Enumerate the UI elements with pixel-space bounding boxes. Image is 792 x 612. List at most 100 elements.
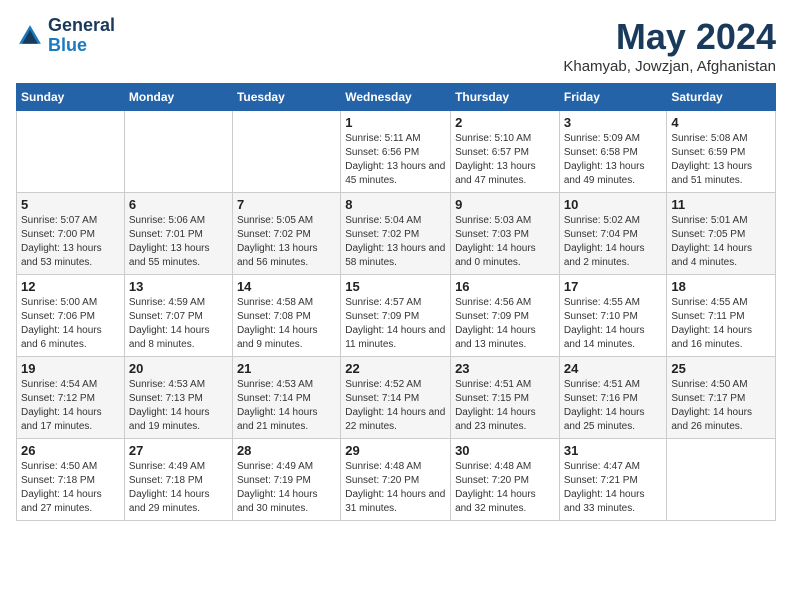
- day-number: 19: [21, 361, 120, 376]
- calendar-cell: 21 Sunrise: 4:53 AM Sunset: 7:14 PM Dayli…: [232, 357, 340, 439]
- weekday-header-tuesday: Tuesday: [232, 84, 340, 111]
- day-number: 27: [129, 443, 228, 458]
- day-number: 5: [21, 197, 120, 212]
- day-info: Sunrise: 4:52 AM Sunset: 7:14 PM Dayligh…: [345, 378, 446, 434]
- day-info: Sunrise: 5:03 AM Sunset: 7:03 PM Dayligh…: [455, 214, 555, 270]
- calendar-cell: 23 Sunrise: 4:51 AM Sunset: 7:15 PM Dayli…: [451, 357, 560, 439]
- day-number: 16: [455, 279, 555, 294]
- day-number: 24: [564, 361, 663, 376]
- weekday-header-row: SundayMondayTuesdayWednesdayThursdayFrid…: [17, 84, 776, 111]
- day-info: Sunrise: 4:55 AM Sunset: 7:10 PM Dayligh…: [564, 296, 663, 352]
- day-number: 13: [129, 279, 228, 294]
- calendar-cell: 13 Sunrise: 4:59 AM Sunset: 7:07 PM Dayli…: [124, 275, 232, 357]
- calendar-cell: 31Sunrise: 4:47 AM Sunset: 7:21 PM Dayli…: [559, 439, 667, 521]
- calendar-cell: 17Sunrise: 4:55 AM Sunset: 7:10 PM Dayli…: [559, 275, 667, 357]
- weekday-header-sunday: Sunday: [17, 84, 125, 111]
- title-block: May 2024 Khamyab, Jowzjan, Afghanistan: [563, 16, 776, 75]
- week-row-4: 26 Sunrise: 4:50 AM Sunset: 7:18 PM Dayli…: [17, 439, 776, 521]
- day-number: 7: [237, 197, 336, 212]
- calendar-cell: 8Sunrise: 5:04 AM Sunset: 7:02 PM Daylig…: [341, 193, 451, 275]
- day-info: Sunrise: 4:48 AM Sunset: 7:20 PM Dayligh…: [345, 460, 446, 516]
- day-number: 8: [345, 197, 446, 212]
- calendar-cell: 9 Sunrise: 5:03 AM Sunset: 7:03 PM Daylig…: [451, 193, 560, 275]
- calendar-cell: 22Sunrise: 4:52 AM Sunset: 7:14 PM Dayli…: [341, 357, 451, 439]
- day-info: Sunrise: 4:53 AM Sunset: 7:14 PM Dayligh…: [237, 378, 336, 434]
- day-info: Sunrise: 4:51 AM Sunset: 7:15 PM Dayligh…: [455, 378, 555, 434]
- calendar-cell: 25 Sunrise: 4:50 AM Sunset: 7:17 PM Dayli…: [667, 357, 776, 439]
- day-info: Sunrise: 4:59 AM Sunset: 7:07 PM Dayligh…: [129, 296, 228, 352]
- calendar-cell: 26 Sunrise: 4:50 AM Sunset: 7:18 PM Dayli…: [17, 439, 125, 521]
- day-info: Sunrise: 4:50 AM Sunset: 7:18 PM Dayligh…: [21, 460, 120, 516]
- calendar-cell: 5 Sunrise: 5:07 AM Sunset: 7:00 PM Daylig…: [17, 193, 125, 275]
- day-number: 25: [671, 361, 771, 376]
- calendar-cell: 19 Sunrise: 4:54 AM Sunset: 7:12 PM Dayli…: [17, 357, 125, 439]
- day-number: 11: [671, 197, 771, 212]
- calendar-body: 1Sunrise: 5:11 AM Sunset: 6:56 PM Daylig…: [17, 111, 776, 521]
- calendar-cell: 30 Sunrise: 4:48 AM Sunset: 7:20 PM Dayli…: [451, 439, 560, 521]
- calendar-cell: 29 Sunrise: 4:48 AM Sunset: 7:20 PM Dayli…: [341, 439, 451, 521]
- day-info: Sunrise: 4:49 AM Sunset: 7:18 PM Dayligh…: [129, 460, 228, 516]
- day-info: Sunrise: 4:55 AM Sunset: 7:11 PM Dayligh…: [671, 296, 771, 352]
- day-info: Sunrise: 4:54 AM Sunset: 7:12 PM Dayligh…: [21, 378, 120, 434]
- calendar-cell: 14 Sunrise: 4:58 AM Sunset: 7:08 PM Dayli…: [232, 275, 340, 357]
- calendar-cell: 7 Sunrise: 5:05 AM Sunset: 7:02 PM Daylig…: [232, 193, 340, 275]
- weekday-header-monday: Monday: [124, 84, 232, 111]
- weekday-header-thursday: Thursday: [451, 84, 560, 111]
- day-info: Sunrise: 5:09 AM Sunset: 6:58 PM Dayligh…: [564, 132, 663, 188]
- day-number: 30: [455, 443, 555, 458]
- calendar-cell: 18 Sunrise: 4:55 AM Sunset: 7:11 PM Dayli…: [667, 275, 776, 357]
- day-info: Sunrise: 4:48 AM Sunset: 7:20 PM Dayligh…: [455, 460, 555, 516]
- calendar-cell: [667, 439, 776, 521]
- calendar-cell: 1Sunrise: 5:11 AM Sunset: 6:56 PM Daylig…: [341, 111, 451, 193]
- day-info: Sunrise: 5:10 AM Sunset: 6:57 PM Dayligh…: [455, 132, 555, 188]
- calendar-cell: [17, 111, 125, 193]
- logo: General Blue: [16, 16, 115, 56]
- day-info: Sunrise: 5:01 AM Sunset: 7:05 PM Dayligh…: [671, 214, 771, 270]
- weekday-header-friday: Friday: [559, 84, 667, 111]
- day-number: 1: [345, 115, 446, 130]
- week-row-1: 5 Sunrise: 5:07 AM Sunset: 7:00 PM Daylig…: [17, 193, 776, 275]
- calendar-cell: [124, 111, 232, 193]
- day-info: Sunrise: 4:58 AM Sunset: 7:08 PM Dayligh…: [237, 296, 336, 352]
- day-number: 20: [129, 361, 228, 376]
- day-info: Sunrise: 4:50 AM Sunset: 7:17 PM Dayligh…: [671, 378, 771, 434]
- day-number: 15: [345, 279, 446, 294]
- day-number: 9: [455, 197, 555, 212]
- day-info: Sunrise: 5:06 AM Sunset: 7:01 PM Dayligh…: [129, 214, 228, 270]
- day-info: Sunrise: 4:56 AM Sunset: 7:09 PM Dayligh…: [455, 296, 555, 352]
- calendar-table: SundayMondayTuesdayWednesdayThursdayFrid…: [16, 83, 776, 521]
- calendar-cell: 2 Sunrise: 5:10 AM Sunset: 6:57 PM Daylig…: [451, 111, 560, 193]
- day-number: 18: [671, 279, 771, 294]
- day-number: 29: [345, 443, 446, 458]
- calendar-cell: 24 Sunrise: 4:51 AM Sunset: 7:16 PM Dayli…: [559, 357, 667, 439]
- calendar-cell: 20 Sunrise: 4:53 AM Sunset: 7:13 PM Dayli…: [124, 357, 232, 439]
- week-row-2: 12Sunrise: 5:00 AM Sunset: 7:06 PM Dayli…: [17, 275, 776, 357]
- day-number: 2: [455, 115, 555, 130]
- day-number: 26: [21, 443, 120, 458]
- day-number: 14: [237, 279, 336, 294]
- calendar-cell: 3Sunrise: 5:09 AM Sunset: 6:58 PM Daylig…: [559, 111, 667, 193]
- calendar-cell: 11 Sunrise: 5:01 AM Sunset: 7:05 PM Dayli…: [667, 193, 776, 275]
- calendar-cell: 12Sunrise: 5:00 AM Sunset: 7:06 PM Dayli…: [17, 275, 125, 357]
- calendar-cell: 6 Sunrise: 5:06 AM Sunset: 7:01 PM Daylig…: [124, 193, 232, 275]
- day-info: Sunrise: 5:02 AM Sunset: 7:04 PM Dayligh…: [564, 214, 663, 270]
- calendar-cell: [232, 111, 340, 193]
- day-info: Sunrise: 5:07 AM Sunset: 7:00 PM Dayligh…: [21, 214, 120, 270]
- day-info: Sunrise: 4:53 AM Sunset: 7:13 PM Dayligh…: [129, 378, 228, 434]
- day-number: 23: [455, 361, 555, 376]
- month-title: May 2024: [563, 16, 776, 58]
- day-info: Sunrise: 5:05 AM Sunset: 7:02 PM Dayligh…: [237, 214, 336, 270]
- day-number: 12: [21, 279, 120, 294]
- day-info: Sunrise: 5:08 AM Sunset: 6:59 PM Dayligh…: [671, 132, 771, 188]
- page-header: General Blue May 2024 Khamyab, Jowzjan, …: [16, 16, 776, 75]
- weekday-header-wednesday: Wednesday: [341, 84, 451, 111]
- calendar-cell: 10Sunrise: 5:02 AM Sunset: 7:04 PM Dayli…: [559, 193, 667, 275]
- calendar-cell: 28Sunrise: 4:49 AM Sunset: 7:19 PM Dayli…: [232, 439, 340, 521]
- day-number: 31: [564, 443, 663, 458]
- day-info: Sunrise: 4:51 AM Sunset: 7:16 PM Dayligh…: [564, 378, 663, 434]
- weekday-header-saturday: Saturday: [667, 84, 776, 111]
- day-number: 4: [671, 115, 771, 130]
- calendar-cell: 27 Sunrise: 4:49 AM Sunset: 7:18 PM Dayli…: [124, 439, 232, 521]
- day-number: 21: [237, 361, 336, 376]
- day-number: 6: [129, 197, 228, 212]
